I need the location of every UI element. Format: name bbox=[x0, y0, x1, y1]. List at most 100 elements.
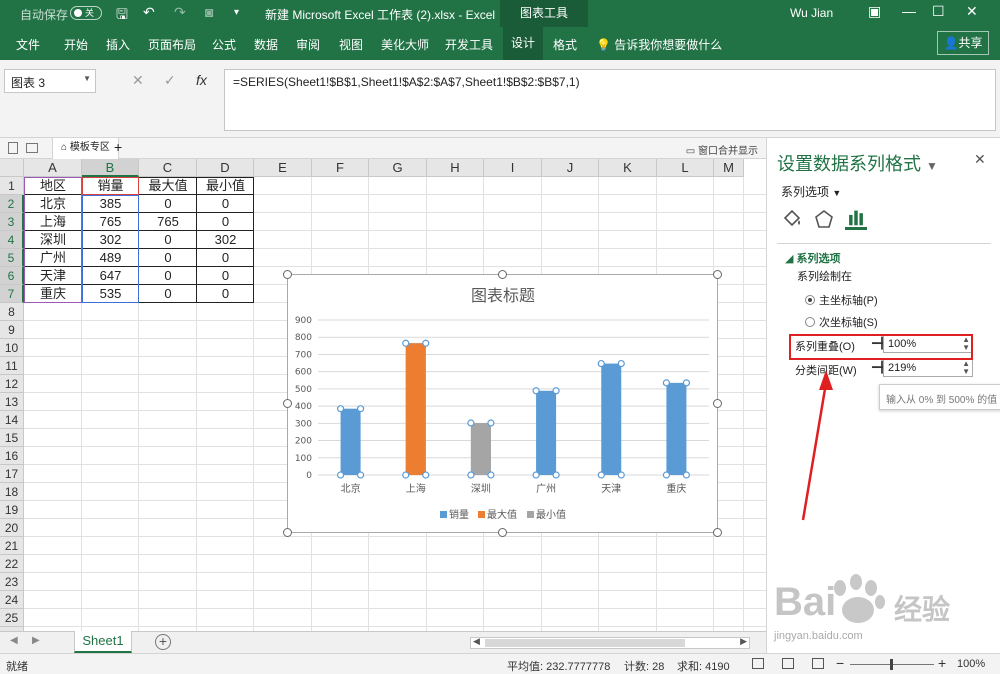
bar-selection-handle[interactable] bbox=[422, 471, 430, 479]
table-cell[interactable]: 0 bbox=[197, 267, 254, 285]
chart-bar-max[interactable] bbox=[405, 343, 426, 475]
bar-selection-handle[interactable] bbox=[336, 405, 345, 413]
scroll-right-icon[interactable]: ▶ bbox=[740, 636, 747, 647]
scroll-left-icon[interactable]: ◀ bbox=[473, 636, 480, 647]
bar-selection-handle[interactable] bbox=[617, 359, 625, 368]
chart-bar-sales[interactable] bbox=[601, 363, 622, 475]
bar-selection-handle[interactable] bbox=[487, 471, 495, 479]
column-header-h[interactable]: H bbox=[427, 159, 484, 177]
legend-entry[interactable]: 销量 bbox=[449, 508, 469, 521]
chart-bar-sales[interactable] bbox=[536, 390, 557, 475]
resize-handle-bl[interactable] bbox=[283, 528, 292, 537]
row-header-5[interactable]: 5 bbox=[0, 249, 24, 267]
row-header-6[interactable]: 6 bbox=[0, 267, 24, 285]
table-cell[interactable]: 0 bbox=[197, 213, 254, 231]
insert-function-icon[interactable]: fx bbox=[196, 72, 207, 88]
row-header-3[interactable]: 3 bbox=[0, 213, 24, 231]
row-header-11[interactable]: 11 bbox=[0, 357, 24, 375]
resize-handle-r[interactable] bbox=[713, 399, 722, 408]
y-tick-label[interactable]: 500 bbox=[295, 385, 312, 395]
user-name[interactable]: Wu Jian bbox=[790, 6, 833, 20]
y-tick-label[interactable]: 700 bbox=[295, 350, 312, 360]
legend-entry[interactable]: 最小值 bbox=[536, 508, 566, 521]
row-header-1[interactable]: 1 bbox=[0, 177, 24, 195]
horizontal-scrollbar[interactable]: ◀ ▶ bbox=[470, 636, 750, 649]
bar-selection-handle[interactable] bbox=[597, 471, 605, 479]
row-header-7[interactable]: 7 bbox=[0, 285, 24, 303]
row-header-19[interactable]: 19 bbox=[0, 501, 24, 519]
x-tick-label[interactable]: 天津 bbox=[601, 483, 621, 495]
bar-selection-handle[interactable] bbox=[487, 419, 495, 427]
column-header-a[interactable]: A bbox=[24, 159, 82, 177]
resize-handle-t[interactable] bbox=[498, 270, 507, 279]
redo-icon[interactable]: ↷ bbox=[174, 4, 186, 21]
gap-width-spinner[interactable]: 219% ▲ ▼ bbox=[883, 359, 973, 377]
row-header-10[interactable]: 10 bbox=[0, 339, 24, 357]
bar-selection-handle[interactable] bbox=[597, 359, 605, 368]
bar-selection-handle[interactable] bbox=[532, 471, 540, 479]
row-header-15[interactable]: 15 bbox=[0, 429, 24, 447]
template-tab[interactable]: ⌂ 模板专区 bbox=[52, 138, 119, 159]
x-tick-label[interactable]: 深圳 bbox=[471, 483, 491, 495]
bar-selection-handle[interactable] bbox=[356, 471, 365, 479]
x-tick-label[interactable]: 北京 bbox=[341, 482, 361, 495]
cancel-icon[interactable]: ✕ bbox=[132, 72, 144, 89]
y-tick-label[interactable]: 800 bbox=[295, 333, 312, 343]
chart-bar-min[interactable] bbox=[470, 422, 491, 475]
tell-me-box[interactable]: 💡 告诉我你想要做什么 bbox=[596, 36, 722, 53]
row-header-24[interactable]: 24 bbox=[0, 591, 24, 609]
prev-sheet-icon[interactable]: ◀ bbox=[10, 635, 18, 646]
table-cell[interactable]: 0 bbox=[139, 231, 197, 249]
tab-data[interactable]: 数据 bbox=[254, 36, 278, 53]
tab-formulas[interactable]: 公式 bbox=[212, 36, 236, 53]
maximize-icon[interactable]: ☐ bbox=[932, 3, 945, 20]
column-header-f[interactable]: F bbox=[312, 159, 369, 177]
tab-home[interactable]: 开始 bbox=[64, 36, 88, 53]
secondary-axis-radio[interactable]: 次坐标轴(S) bbox=[805, 314, 878, 330]
x-tick-label[interactable]: 上海 bbox=[406, 482, 426, 495]
column-header-g[interactable]: G bbox=[369, 159, 427, 177]
y-tick-label[interactable]: 100 bbox=[295, 454, 312, 464]
bar-selection-handle[interactable] bbox=[682, 379, 691, 387]
table-cell[interactable]: 0 bbox=[139, 267, 197, 285]
tab-review[interactable]: 审阅 bbox=[296, 36, 320, 53]
y-tick-label[interactable]: 200 bbox=[295, 437, 312, 447]
legend-entry[interactable]: 最大值 bbox=[487, 508, 517, 521]
tab-format[interactable]: 格式 bbox=[553, 36, 577, 53]
bar-selection-handle[interactable] bbox=[532, 387, 540, 395]
tab-insert[interactable]: 插入 bbox=[106, 36, 130, 53]
legend-swatch[interactable] bbox=[527, 511, 534, 518]
row-header-16[interactable]: 16 bbox=[0, 447, 24, 465]
tab-beautify[interactable]: 美化大师 bbox=[381, 36, 429, 53]
column-header-d[interactable]: D bbox=[197, 159, 254, 177]
chart-bar-sales[interactable] bbox=[666, 382, 687, 475]
resize-handle-tl[interactable] bbox=[283, 270, 292, 279]
row-header-14[interactable]: 14 bbox=[0, 411, 24, 429]
zoom-slider-thumb[interactable] bbox=[890, 659, 893, 670]
table-cell[interactable]: 最大值 bbox=[139, 177, 197, 195]
row-header-25[interactable]: 25 bbox=[0, 609, 24, 627]
zoom-in-icon[interactable]: + bbox=[938, 655, 946, 671]
tab-developer[interactable]: 开发工具 bbox=[445, 36, 493, 53]
add-sheet-button[interactable]: + bbox=[155, 634, 171, 650]
table-cell[interactable]: 765 bbox=[139, 213, 197, 231]
bar-chart[interactable]: 图表标题 0 100 200 300 400 500 600 700 800 900 北京 上海 深圳 广州… bbox=[288, 275, 719, 534]
legend-swatch[interactable] bbox=[478, 511, 485, 518]
tab-view[interactable]: 视图 bbox=[339, 36, 363, 53]
table-cell[interactable]: 0 bbox=[139, 249, 197, 267]
table-cell[interactable]: 0 bbox=[197, 249, 254, 267]
column-header-i[interactable]: I bbox=[484, 159, 542, 177]
window-merge-toggle[interactable]: ▭ 窗口合并显示 bbox=[686, 142, 758, 157]
chart-bar-sales[interactable] bbox=[340, 408, 361, 475]
series-options-section[interactable]: ◢ 系列选项 bbox=[785, 250, 841, 266]
effects-icon[interactable] bbox=[813, 208, 835, 230]
enter-icon[interactable]: ✓ bbox=[164, 72, 176, 89]
column-header-e[interactable]: E bbox=[254, 159, 312, 177]
bar-selection-handle[interactable] bbox=[467, 419, 475, 427]
page-break-view-icon[interactable] bbox=[812, 658, 824, 669]
bar-selection-handle[interactable] bbox=[422, 339, 430, 347]
chart-object[interactable]: 图表标题 0 100 200 300 400 500 600 700 800 900 北京 上海 深圳 广州… bbox=[287, 274, 718, 533]
zoom-level[interactable]: 100% bbox=[957, 658, 985, 670]
customize-qat-icon[interactable]: ▾ bbox=[234, 7, 239, 18]
resize-handle-tr[interactable] bbox=[713, 270, 722, 279]
